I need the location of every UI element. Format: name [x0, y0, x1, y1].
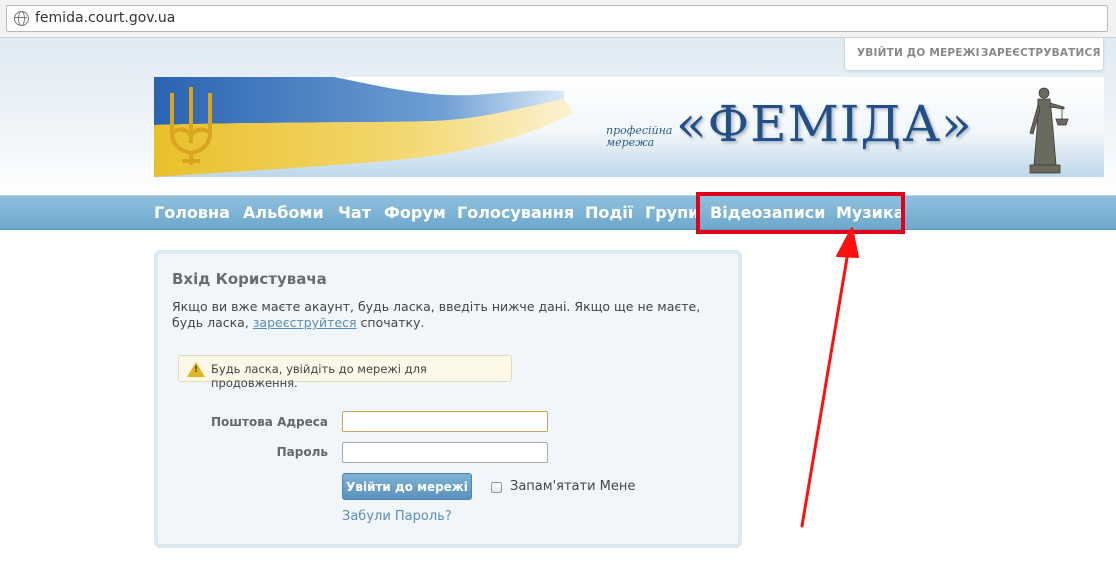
email-field[interactable] — [342, 411, 548, 432]
page: femida.court.gov.ua УВІЙТИ ДО МЕРЕЖІ ЗАР… — [0, 0, 1116, 566]
banner-title: «ФЕМІДА» — [676, 95, 973, 153]
login-intro: Якщо ви вже маєте акаунт, будь ласка, вв… — [172, 299, 732, 331]
user-links-box: УВІЙТИ ДО МЕРЕЖІ ЗАРЕЄСТРУВАТИСЯ — [844, 38, 1104, 71]
register-link[interactable]: зареєструйтеся — [253, 315, 357, 330]
warning-icon: ! — [187, 362, 205, 377]
nav-item-home[interactable]: Головна — [154, 203, 230, 222]
login-title: Вхід Користувача — [172, 270, 327, 288]
notice-text: Будь ласка, увійдіть до мережі для продо… — [211, 362, 427, 390]
nav-item-albums[interactable]: Альбоми — [243, 203, 324, 222]
site-banner[interactable]: професійна мережа «ФЕМІДА» — [154, 77, 1104, 177]
forgot-password-link[interactable]: Забули Пароль? — [342, 509, 452, 524]
nav-item-groups[interactable]: Групи — [645, 203, 699, 222]
email-label: Поштова Адреса — [210, 415, 328, 429]
coat-of-arms-icon — [170, 87, 212, 165]
nav-item-events[interactable]: Події — [585, 203, 633, 222]
main-navigation: Головна Альбоми Чат Форум Голосування По… — [0, 195, 1116, 230]
nav-item-voting[interactable]: Голосування — [457, 203, 574, 222]
remember-me-checkbox[interactable] — [491, 482, 502, 493]
annotation-highlight-box — [696, 192, 905, 234]
banner-subtitle-line2: мережа — [606, 136, 655, 149]
login-submit-button[interactable]: Увійти до мережі — [342, 473, 472, 500]
themis-statue-icon — [1029, 87, 1069, 174]
remember-me-label: Запам'ятати Мене — [510, 479, 636, 494]
address-bar[interactable]: femida.court.gov.ua — [6, 5, 1108, 32]
login-intro-tail: спочатку. — [356, 315, 425, 330]
header-register-link[interactable]: ЗАРЕЄСТРУВАТИСЯ — [981, 47, 1101, 59]
url-text: femida.court.gov.ua — [35, 10, 176, 26]
password-field[interactable] — [342, 442, 548, 463]
nav-item-chat[interactable]: Чат — [338, 203, 371, 222]
nav-item-forum[interactable]: Форум — [384, 203, 446, 222]
banner-subtitle: професійна мережа — [606, 125, 672, 149]
login-notice: ! Будь ласка, увійдіть до мережі для про… — [178, 355, 512, 390]
login-intro-text: Якщо ви вже маєте акаунт, будь ласка, вв… — [172, 299, 701, 330]
login-panel: Вхід Користувача Якщо ви вже маєте акаун… — [154, 250, 742, 548]
password-label: Пароль — [276, 445, 328, 459]
globe-icon — [14, 11, 29, 26]
browser-toolbar: femida.court.gov.ua — [0, 0, 1116, 38]
header-login-link[interactable]: УВІЙТИ ДО МЕРЕЖІ — [857, 47, 980, 59]
